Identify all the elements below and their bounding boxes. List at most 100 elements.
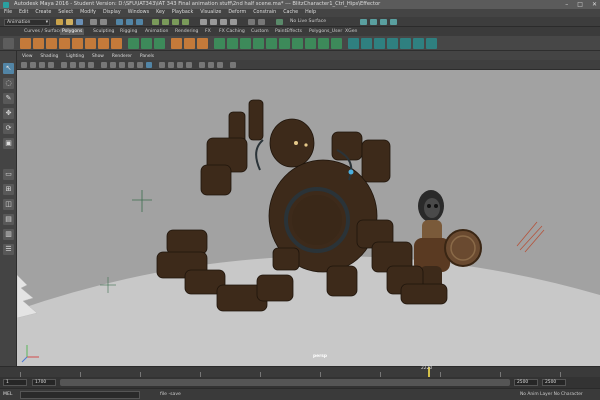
gate-mask-icon[interactable] bbox=[88, 62, 94, 68]
selection-mask-icon[interactable] bbox=[172, 19, 179, 25]
menu-edit[interactable]: Edit bbox=[19, 9, 28, 17]
range-bar[interactable] bbox=[60, 379, 510, 386]
use-all-lights-icon[interactable] bbox=[137, 62, 143, 68]
rotate-tool-icon[interactable]: ⟳ bbox=[3, 123, 14, 134]
panel-menu-shading[interactable]: Shading bbox=[40, 53, 58, 60]
tab-rendering[interactable]: Rendering bbox=[173, 28, 200, 35]
select-component-icon[interactable] bbox=[136, 19, 143, 25]
fill-hole-icon[interactable] bbox=[227, 38, 238, 49]
new-scene-icon[interactable] bbox=[56, 19, 63, 25]
single-view-layout-icon[interactable]: ▭ bbox=[3, 169, 14, 180]
shadows-icon[interactable] bbox=[146, 62, 152, 68]
four-view-layout-icon[interactable]: ⊞ bbox=[3, 184, 14, 195]
ipr-render-icon[interactable] bbox=[370, 19, 377, 25]
perspective-viewport[interactable]: persp bbox=[17, 70, 600, 366]
scale-tool-icon[interactable]: ▣ bbox=[3, 138, 14, 149]
history-icon[interactable] bbox=[248, 19, 255, 25]
save-scene-icon[interactable] bbox=[76, 19, 83, 25]
construction-history-icon[interactable] bbox=[258, 19, 265, 25]
end-time-field[interactable]: 2500 bbox=[542, 379, 566, 386]
snap-curve-icon[interactable] bbox=[210, 19, 217, 25]
panel-menu-lighting[interactable]: Lighting bbox=[66, 53, 84, 60]
render-current-frame-icon[interactable] bbox=[360, 19, 367, 25]
side-by-side-layout-icon[interactable]: ◫ bbox=[3, 199, 14, 210]
redo-icon[interactable] bbox=[100, 19, 107, 25]
menu-help[interactable]: Help bbox=[305, 9, 316, 17]
anti-aliasing-icon[interactable] bbox=[177, 62, 183, 68]
persp-graph-layout-icon[interactable]: ▤ bbox=[3, 214, 14, 225]
menu-modify[interactable]: Modify bbox=[80, 9, 96, 17]
planar-map-icon[interactable] bbox=[361, 38, 372, 49]
xray-joints-icon[interactable] bbox=[217, 62, 223, 68]
menu-set-dropdown[interactable]: Animation bbox=[4, 18, 50, 26]
bookmark-icon[interactable] bbox=[39, 62, 45, 68]
film-gate-icon[interactable] bbox=[70, 62, 76, 68]
selection-mask-icon[interactable] bbox=[152, 19, 159, 25]
sew-uv-icon[interactable] bbox=[426, 38, 437, 49]
render-settings-icon[interactable] bbox=[380, 19, 387, 25]
bevel-icon[interactable] bbox=[279, 38, 290, 49]
boolean-union-icon[interactable] bbox=[171, 38, 182, 49]
outliner-icon[interactable]: ☰ bbox=[3, 244, 14, 255]
panel-menu-renderer[interactable]: Renderer bbox=[112, 53, 132, 60]
tab-polygons-user[interactable]: Polygons_User bbox=[307, 28, 344, 35]
resolution-gate-icon[interactable] bbox=[79, 62, 85, 68]
insert-edge-loop-icon[interactable] bbox=[318, 38, 329, 49]
wireframe-on-shaded-icon[interactable] bbox=[119, 62, 125, 68]
tab-polygons[interactable]: Polygons bbox=[60, 28, 85, 35]
tab-painteffects[interactable]: PaintEffects bbox=[273, 28, 304, 35]
playback-end-field[interactable]: 2500 bbox=[514, 379, 538, 386]
menu-select[interactable]: Select bbox=[58, 9, 73, 17]
bridge-icon[interactable] bbox=[266, 38, 277, 49]
snap-surface-icon[interactable] bbox=[230, 19, 237, 25]
image-plane-icon[interactable] bbox=[48, 62, 54, 68]
boolean-difference-icon[interactable] bbox=[184, 38, 195, 49]
lasso-tool-icon[interactable]: ◌ bbox=[3, 78, 14, 89]
panel-menu-panels[interactable]: Panels bbox=[140, 53, 154, 60]
menu-create[interactable]: Create bbox=[35, 9, 51, 17]
tab-rigging[interactable]: Rigging bbox=[118, 28, 139, 35]
grid-icon[interactable] bbox=[61, 62, 67, 68]
cut-uv-icon[interactable] bbox=[413, 38, 424, 49]
paint-select-tool-icon[interactable]: ✎ bbox=[3, 93, 14, 104]
uv-editor-icon[interactable] bbox=[348, 38, 359, 49]
hypershade-icon[interactable] bbox=[390, 19, 397, 25]
selection-mask-icon[interactable] bbox=[182, 19, 189, 25]
screen-space-ao-icon[interactable] bbox=[159, 62, 165, 68]
camera-attributes-icon[interactable] bbox=[30, 62, 36, 68]
poly-cone-icon[interactable] bbox=[59, 38, 70, 49]
wireframe-icon[interactable] bbox=[101, 62, 107, 68]
persp-outliner-layout-icon[interactable]: ▥ bbox=[3, 229, 14, 240]
append-polygon-icon[interactable] bbox=[292, 38, 303, 49]
reduce-icon[interactable] bbox=[240, 38, 251, 49]
maximize-button[interactable]: □ bbox=[577, 0, 583, 9]
panel-menu-show[interactable]: Show bbox=[92, 53, 104, 60]
tab-fx[interactable]: FX bbox=[203, 28, 213, 35]
motion-blur-icon[interactable] bbox=[168, 62, 174, 68]
isolate-select-icon[interactable] bbox=[199, 62, 205, 68]
poly-torus-icon[interactable] bbox=[72, 38, 83, 49]
multi-cut-icon[interactable] bbox=[305, 38, 316, 49]
select-object-icon[interactable] bbox=[126, 19, 133, 25]
tab-fx-caching[interactable]: FX Caching bbox=[217, 28, 247, 35]
smooth-icon[interactable] bbox=[154, 38, 165, 49]
select-hierarchy-icon[interactable] bbox=[116, 19, 123, 25]
poly-cylinder-icon[interactable] bbox=[46, 38, 57, 49]
select-camera-icon[interactable] bbox=[21, 62, 27, 68]
mirror-icon[interactable] bbox=[214, 38, 225, 49]
menu-display[interactable]: Display bbox=[103, 9, 121, 17]
snap-point-icon[interactable] bbox=[220, 19, 227, 25]
minimize-button[interactable]: – bbox=[565, 0, 568, 9]
menu-windows[interactable]: Windows bbox=[128, 9, 149, 17]
menu-deform[interactable]: Deform bbox=[228, 9, 246, 17]
playback-start-field[interactable]: 1700 bbox=[32, 379, 56, 386]
shelf-menu-icon[interactable] bbox=[3, 38, 14, 49]
move-tool-icon[interactable]: ✥ bbox=[3, 108, 14, 119]
poly-disc-icon[interactable] bbox=[98, 38, 109, 49]
live-surface-icon[interactable] bbox=[276, 19, 283, 25]
poly-cube-icon[interactable] bbox=[33, 38, 44, 49]
menu-key[interactable]: Key bbox=[156, 9, 165, 17]
menu-visualize[interactable]: Visualize bbox=[200, 9, 221, 17]
panel-menu-view[interactable]: View bbox=[22, 53, 32, 60]
menu-constrain[interactable]: Constrain bbox=[253, 9, 276, 17]
